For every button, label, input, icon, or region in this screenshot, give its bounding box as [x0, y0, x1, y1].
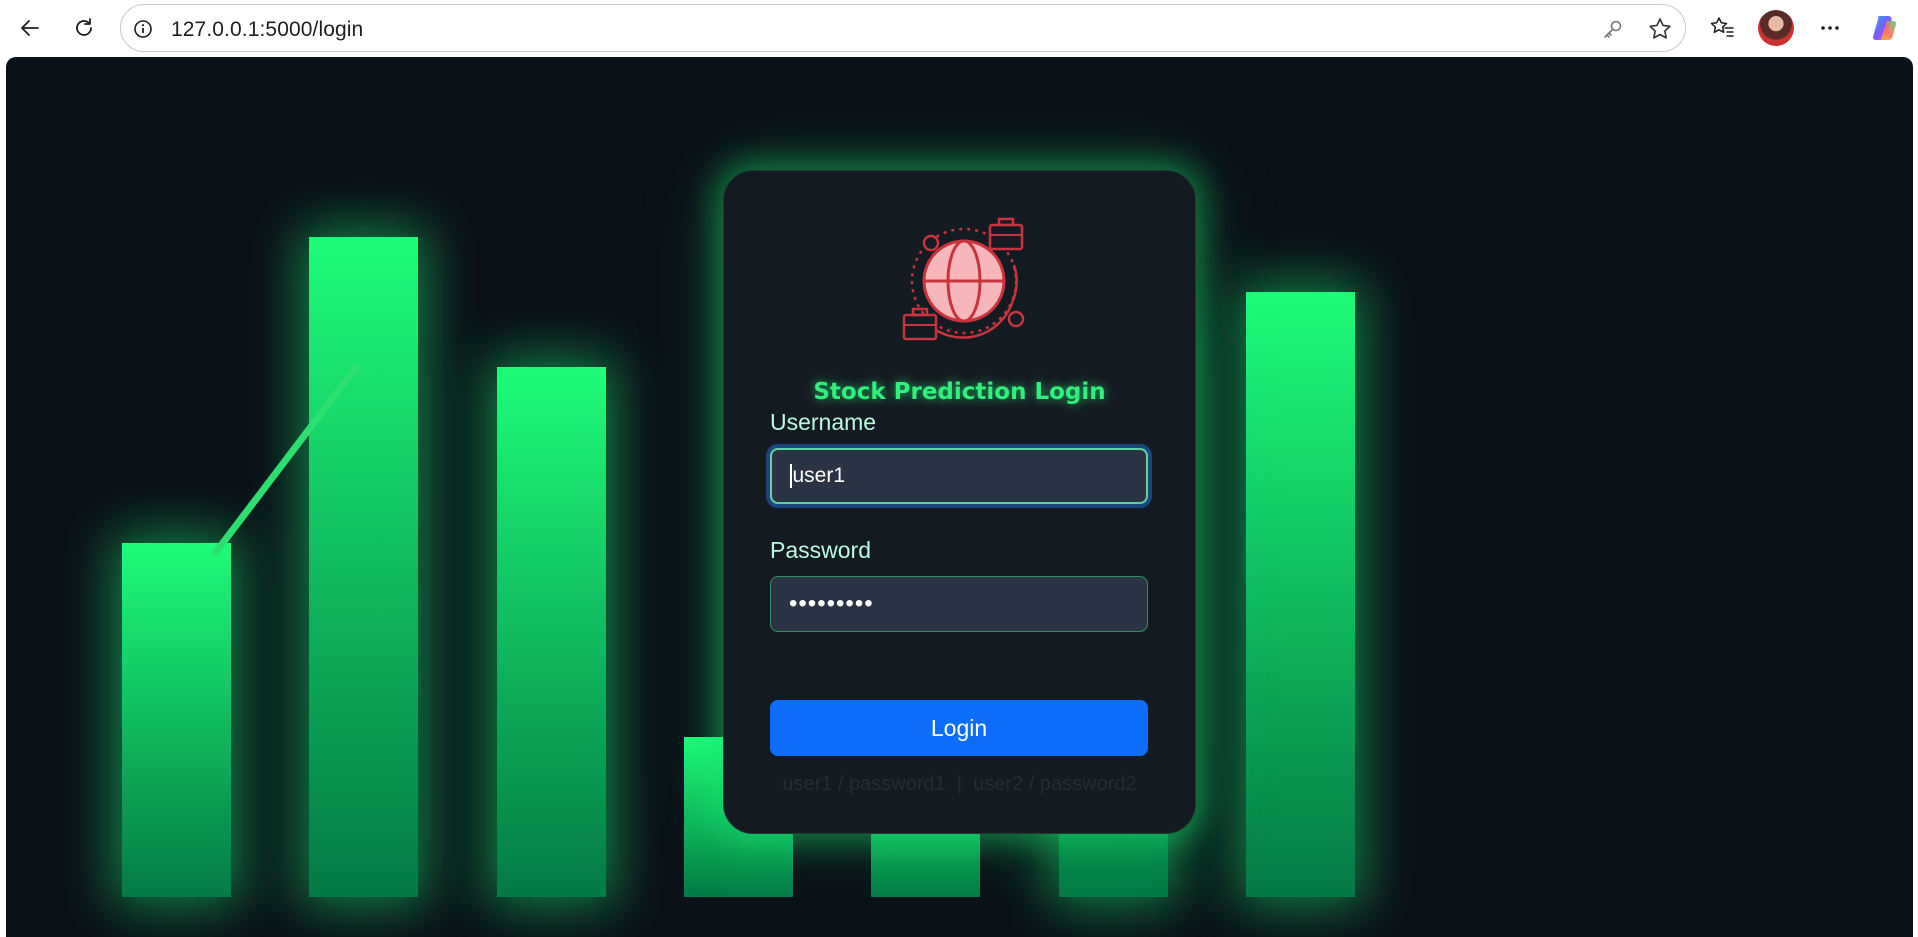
- copilot-icon: [1872, 16, 1897, 40]
- browser-toolbar: 127.0.0.1:5000/login: [0, 0, 1918, 56]
- favorites-icon: [1710, 17, 1734, 37]
- chart-bar: [497, 367, 606, 897]
- password-masked-value: •••••••••: [789, 590, 874, 617]
- chart-bar: [122, 543, 231, 897]
- username-value: user1: [792, 464, 846, 487]
- key-icon[interactable]: [1601, 17, 1625, 41]
- more-button[interactable]: [1812, 10, 1848, 46]
- login-title: Stock Prediction Login: [813, 379, 1106, 405]
- login-page: Stock Prediction Login Username user1 Pa…: [6, 57, 1913, 937]
- text-caret: [790, 464, 792, 488]
- username-label: Username: [770, 409, 877, 435]
- chart-bar: [1246, 292, 1355, 897]
- username-input[interactable]: user1: [770, 448, 1148, 504]
- url-text[interactable]: 127.0.0.1:5000/login: [171, 18, 363, 42]
- credentials-hint: user1 / password1 | user2 / password2: [782, 773, 1137, 795]
- password-input[interactable]: •••••••••: [770, 576, 1148, 632]
- profile-avatar[interactable]: [1758, 10, 1794, 46]
- password-label: Password: [770, 537, 871, 563]
- favorites-button[interactable]: [1704, 10, 1740, 46]
- chart-bar: [309, 237, 418, 897]
- info-icon[interactable]: [133, 19, 153, 39]
- refresh-icon: [76, 18, 92, 36]
- copilot-button[interactable]: [1868, 10, 1904, 46]
- back-button[interactable]: [10, 8, 50, 48]
- address-bar[interactable]: 127.0.0.1:5000/login: [120, 4, 1686, 52]
- login-card: Stock Prediction Login Username user1 Pa…: [723, 170, 1196, 834]
- refresh-button[interactable]: [64, 8, 104, 48]
- back-arrow-icon: [21, 20, 39, 36]
- more-icon: [1821, 26, 1839, 30]
- star-icon[interactable]: [1647, 16, 1673, 42]
- login-button[interactable]: Login: [770, 700, 1148, 756]
- globe-briefcase-logo-icon: [902, 217, 1025, 341]
